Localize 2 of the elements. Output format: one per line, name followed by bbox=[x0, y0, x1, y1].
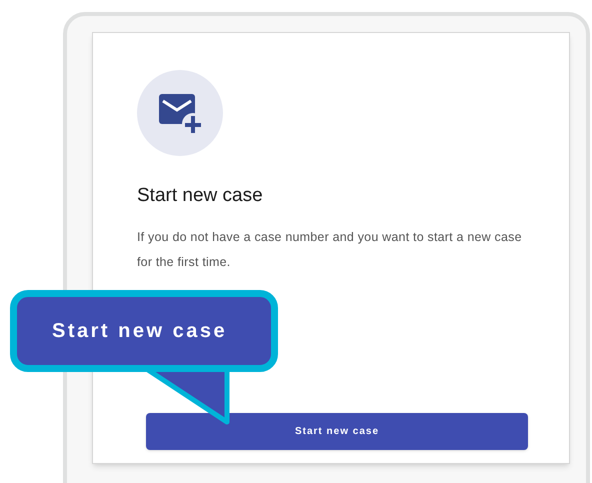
card-description: If you do not have a case number and you want to start a new case for the first time. bbox=[137, 228, 523, 270]
card-title: Start new case bbox=[137, 184, 264, 208]
